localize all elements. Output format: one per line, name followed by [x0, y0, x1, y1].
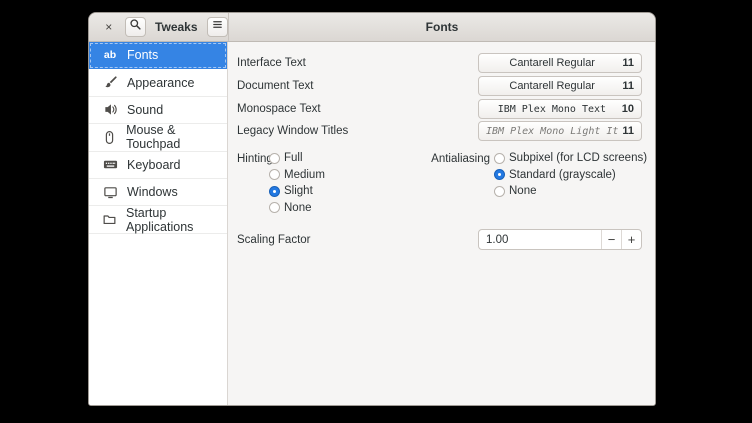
radio-selected-icon[interactable]	[269, 186, 280, 197]
sidebar-item-label: Startup Applications	[126, 206, 227, 234]
keyboard-icon	[102, 157, 118, 173]
sidebar-item-sound[interactable]: Sound	[89, 97, 227, 124]
font-size: 11	[622, 80, 634, 92]
font-row-label: Document Text	[237, 79, 314, 93]
font-size: 11	[622, 57, 634, 69]
search-button[interactable]	[125, 17, 147, 37]
font-row-label: Monospace Text	[237, 102, 321, 116]
font-chooser-button[interactable]: IBM Plex Mono Light Italic 11	[478, 121, 642, 141]
scaling-factor-input[interactable]: 1.00	[479, 230, 601, 249]
radio-icon[interactable]	[494, 153, 505, 164]
font-name: IBM Plex Mono Light Italic	[486, 126, 618, 137]
windows-icon	[102, 184, 118, 200]
font-name: IBM Plex Mono Text	[486, 104, 618, 115]
hinting-option-slight[interactable]: Slight	[269, 184, 313, 198]
menu-button[interactable]	[207, 17, 229, 37]
headerbar: × Tweaks Fonts	[89, 13, 655, 42]
radio-selected-icon[interactable]	[494, 169, 505, 180]
hinting-option-medium[interactable]: Medium	[269, 168, 325, 182]
scaling-minus-button[interactable]: −	[601, 230, 621, 249]
radio-label: Slight	[284, 185, 313, 197]
sidebar-item-label: Appearance	[127, 76, 194, 90]
search-icon	[129, 18, 142, 36]
font-row-label: Interface Text	[237, 56, 306, 70]
fonts-page: Interface Text Cantarell Regular 11 Documen…	[228, 42, 655, 405]
sidebar-item-label: Windows	[127, 185, 178, 199]
app-title: Tweaks	[155, 20, 197, 34]
sidebar-item-label: Mouse & Touchpad	[126, 123, 227, 151]
window-body: ab Fonts Appearance Sound Mouse & Touchpad Ke…	[89, 42, 655, 405]
scaling-plus-button[interactable]: +	[621, 230, 641, 249]
antialiasing-label: Antialiasing	[378, 152, 490, 166]
radio-label: None	[509, 185, 537, 197]
scaling-factor-label: Scaling Factor	[237, 233, 311, 247]
radio-icon[interactable]	[494, 186, 505, 197]
tweaks-window: × Tweaks Fonts ab Fonts Appearance Sound Mou…	[88, 12, 656, 406]
font-chooser-button[interactable]: Cantarell Regular 11	[478, 53, 642, 73]
close-button[interactable]: ×	[100, 17, 118, 37]
font-name: Cantarell Regular	[486, 80, 618, 92]
font-name: Cantarell Regular	[486, 57, 618, 69]
sidebar-item-startup-applications[interactable]: Startup Applications	[89, 206, 227, 233]
radio-icon[interactable]	[269, 169, 280, 180]
radio-icon[interactable]	[269, 202, 280, 213]
sidebar-item-mouse-touchpad[interactable]: Mouse & Touchpad	[89, 124, 227, 151]
appearance-icon	[102, 75, 118, 91]
fonts-icon: ab	[102, 47, 118, 63]
radio-label: Standard (grayscale)	[509, 169, 616, 181]
radio-label: Subpixel (for LCD screens)	[509, 152, 647, 164]
radio-label: None	[284, 202, 312, 214]
headerbar-left: × Tweaks	[89, 13, 228, 41]
sidebar-item-appearance[interactable]: Appearance	[89, 69, 227, 96]
sidebar: ab Fonts Appearance Sound Mouse & Touchpad Ke…	[89, 42, 228, 405]
headerbar-right: Fonts	[229, 13, 655, 41]
hinting-option-full[interactable]: Full	[269, 151, 303, 165]
hinting-option-none[interactable]: None	[269, 201, 312, 215]
font-size: 10	[622, 103, 634, 115]
sidebar-item-fonts[interactable]: ab Fonts	[89, 42, 227, 69]
font-chooser-button[interactable]: IBM Plex Mono Text 10	[478, 99, 642, 119]
sidebar-item-windows[interactable]: Windows	[89, 179, 227, 206]
antialiasing-option-subpixel-for-lcd-screens-[interactable]: Subpixel (for LCD screens)	[494, 151, 647, 165]
antialiasing-option-none[interactable]: None	[494, 184, 537, 198]
mouse-icon	[102, 129, 117, 145]
folder-icon	[102, 212, 117, 228]
radio-label: Medium	[284, 169, 325, 181]
radio-icon[interactable]	[269, 153, 280, 164]
scaling-factor-spinbutton: 1.00 − +	[478, 229, 642, 250]
hamburger-menu-icon	[211, 18, 224, 36]
sidebar-item-label: Keyboard	[127, 158, 181, 172]
radio-label: Full	[284, 152, 303, 164]
antialiasing-option-standard-grayscale-[interactable]: Standard (grayscale)	[494, 168, 616, 182]
hinting-label: Hinting	[237, 152, 273, 166]
sidebar-item-label: Fonts	[127, 48, 158, 62]
sound-icon	[102, 102, 118, 118]
sidebar-item-keyboard[interactable]: Keyboard	[89, 152, 227, 179]
font-row-label: Legacy Window Titles	[237, 124, 348, 138]
sidebar-item-label: Sound	[127, 103, 163, 117]
font-chooser-button[interactable]: Cantarell Regular 11	[478, 76, 642, 96]
font-size: 11	[622, 125, 634, 137]
page-title: Fonts	[426, 20, 459, 34]
